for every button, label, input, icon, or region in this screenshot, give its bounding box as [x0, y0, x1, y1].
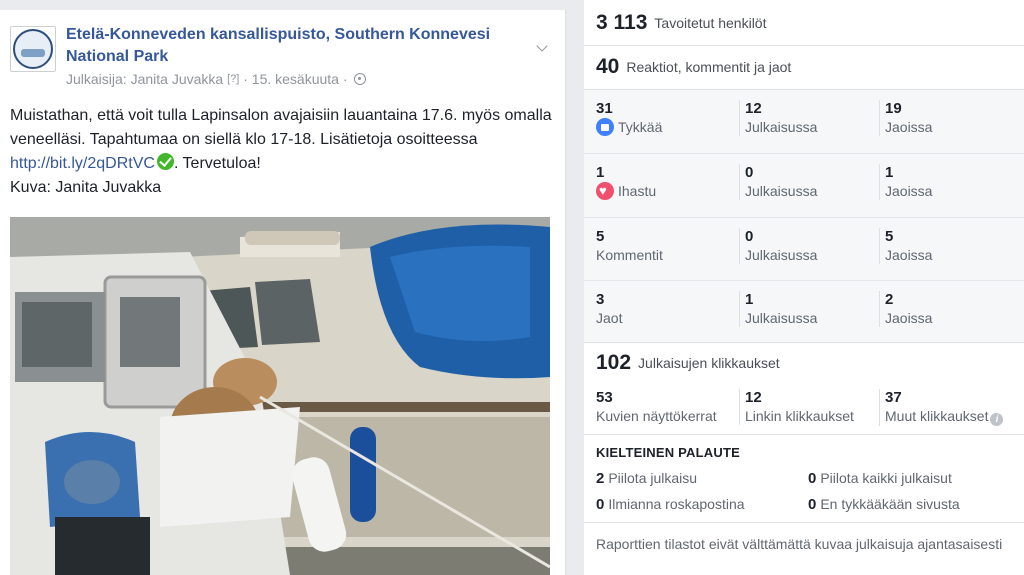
- meta-dot: ·: [243, 71, 248, 87]
- publisher-name[interactable]: Janita Juvakka: [131, 71, 224, 87]
- love-on-shares-label: Jaoissa: [885, 183, 933, 199]
- likes-on-post-label: Julkaisussa: [745, 119, 818, 135]
- love-icon: [596, 182, 614, 200]
- love-row: 1 Ihastu 0 Julkaisussa 1 Jaoissa: [584, 154, 1024, 217]
- clicks-label: Julkaisujen klikkaukset: [638, 355, 780, 371]
- love-on-post: 0: [745, 164, 754, 181]
- likes-row: 31 Tykkää 12 Julkaisussa 19 Jaoissa: [584, 90, 1024, 153]
- post-date-link[interactable]: 15. kesäkuuta: [252, 71, 339, 87]
- link-clicks-value: 12: [745, 389, 762, 406]
- likes-on-post: 12: [745, 100, 762, 117]
- post-header: Etelä-Konneveden kansallispuisto, Southe…: [10, 24, 556, 94]
- shares-on-shares-label: Jaoissa: [885, 310, 933, 326]
- insights-panel: 3 113 Tavoitetut henkilöt 40 Reaktiot, k…: [584, 0, 1024, 575]
- hide-post-item: 2 Piilota julkaisu: [596, 470, 697, 487]
- publisher-prefix: Julkaisija:: [66, 71, 127, 87]
- reach-row: 3 113 Tavoitetut henkilöt: [584, 0, 1024, 46]
- likes-total: 31: [596, 100, 613, 117]
- photo-views-label: Kuvien näyttökerrat: [596, 408, 717, 424]
- comments-on-shares-label: Jaoissa: [885, 247, 933, 263]
- love-on-shares: 1: [885, 164, 894, 181]
- link-clicks-label: Linkin klikkaukset: [745, 408, 854, 424]
- post-card: Etelä-Konneveden kansallispuisto, Southe…: [0, 10, 566, 575]
- meta-dot-2: ·: [342, 71, 348, 87]
- post-link[interactable]: http://bit.ly/2qDRtVC: [10, 155, 155, 172]
- report-disclaimer: Raporttien tilastot eivät välttämättä ku…: [596, 536, 1003, 552]
- unlike-page-value: 0: [808, 496, 817, 513]
- post-text-main: Muistathan, että voit tulla Lapinsalon a…: [10, 107, 552, 148]
- info-icon[interactable]: i: [990, 413, 1004, 426]
- shares-total: 3: [596, 291, 605, 308]
- chevron-down-icon[interactable]: [536, 42, 550, 52]
- shares-on-post-label: Julkaisussa: [745, 310, 818, 326]
- park-logo: [13, 29, 53, 69]
- report-spam-label: Ilmianna roskapostina: [608, 496, 745, 512]
- checkmark-icon: [156, 153, 174, 170]
- unlike-page-item: 0 En tykkääkään sivusta: [808, 496, 960, 513]
- likes-on-shares-label: Jaoissa: [885, 119, 933, 135]
- love-total: 1: [596, 164, 605, 181]
- photo-views-value: 53: [596, 389, 613, 406]
- clicks-value: 102: [596, 351, 632, 374]
- post-meta: Julkaisija: Janita Juvakka [?] · 15. kes…: [66, 71, 367, 87]
- hide-all-item: 0 Piilota kaikki julkaisut: [808, 470, 952, 487]
- page-avatar[interactable]: [10, 26, 56, 72]
- reach-value: 3 113: [596, 10, 648, 34]
- hide-all-value: 0: [808, 470, 817, 487]
- comments-on-shares: 5: [885, 228, 894, 245]
- photo-credit: Kuva: Janita Juvakka: [10, 179, 162, 196]
- comments-label: Kommentit: [596, 247, 663, 263]
- shares-on-post: 1: [745, 291, 754, 308]
- like-icon: [596, 118, 614, 136]
- love-on-post-label: Julkaisussa: [745, 183, 818, 199]
- negative-feedback-title: KIELTEINEN PALAUTE: [596, 445, 740, 460]
- report-spam-value: 0: [596, 496, 605, 513]
- globe-icon[interactable]: [354, 73, 367, 85]
- reach-label: Tavoitetut henkilöt: [654, 14, 767, 31]
- shares-label: Jaot: [596, 310, 623, 326]
- report-spam-item: 0 Ilmianna roskapostina: [596, 496, 745, 513]
- engagement-row: 40 Reaktiot, kommentit ja jaot: [584, 44, 1024, 90]
- comments-total: 5: [596, 228, 605, 245]
- hide-post-label: Piilota julkaisu: [608, 470, 698, 486]
- comments-on-post-label: Julkaisussa: [745, 247, 818, 263]
- shares-on-shares: 2: [885, 291, 894, 308]
- unlike-page-label: En tykkääkään sivusta: [820, 496, 960, 512]
- post-clicks-section: 102 Julkaisujen klikkaukset 53 Kuvien näy…: [584, 343, 1024, 435]
- likes-on-shares: 19: [885, 100, 902, 117]
- comments-row: 5 Kommentit 0 Julkaisussa 5 Jaoissa: [584, 218, 1024, 281]
- hide-post-value: 2: [596, 470, 605, 487]
- photo-boats-dog: [10, 217, 550, 575]
- other-clicks-value: 37: [885, 389, 902, 406]
- engagement-label: Reaktiot, kommentit ja jaot: [626, 58, 792, 75]
- page-name-link[interactable]: Etelä-Konneveden kansallispuisto, Southe…: [66, 24, 506, 68]
- post-message: Muistathan, että voit tulla Lapinsalon a…: [10, 104, 556, 200]
- love-label: Ihastu: [618, 183, 657, 199]
- help-link[interactable]: [?]: [227, 73, 239, 85]
- engagement-value: 40: [596, 54, 620, 78]
- reactions-breakdown: 31Tykkää 12Julkaisussa 19Jaoissa 1Ihastu…: [584, 90, 1024, 343]
- shares-row: 3 Jaot 1 Julkaisussa 2 Jaoissa: [584, 281, 1024, 344]
- post-text-after-link: . Tervetuloa!: [173, 155, 261, 172]
- negative-feedback-section: KIELTEINEN PALAUTE 2 Piilota julkaisu 0 Pi…: [584, 435, 1024, 523]
- likes-label: Tykkää: [618, 119, 663, 135]
- post-photo[interactable]: [10, 217, 550, 575]
- other-clicks-label: Muut klikkaukset: [885, 408, 989, 424]
- comments-on-post: 0: [745, 228, 754, 245]
- hide-all-label: Piilota kaikki julkaisut: [820, 470, 952, 486]
